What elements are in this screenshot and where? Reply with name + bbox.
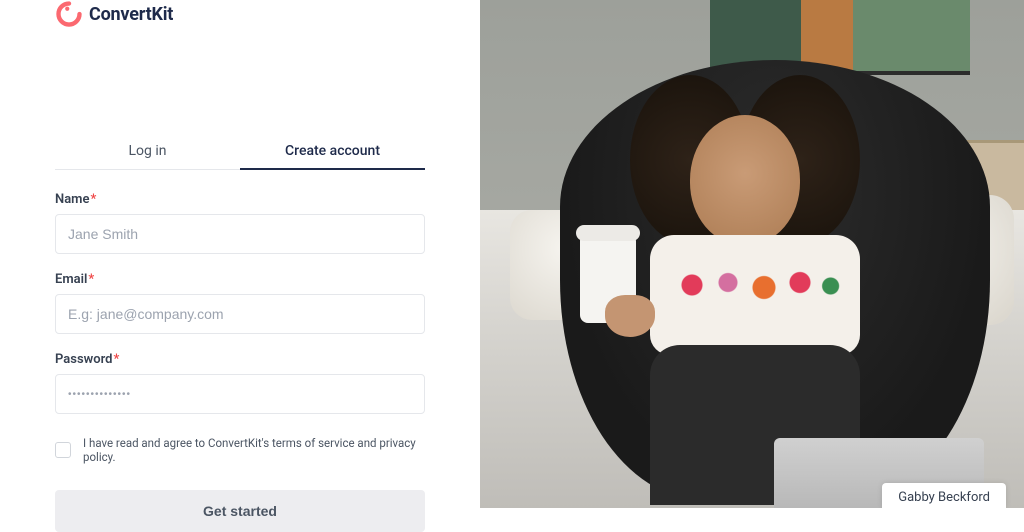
required-marker: * [88, 272, 94, 287]
name-label: Name* [55, 192, 425, 207]
brand-name: ConvertKit [89, 4, 173, 25]
password-field-group: Password* [55, 352, 425, 414]
signup-panel: ConvertKit Log in Create account Name* E… [0, 0, 480, 508]
required-marker: * [113, 352, 119, 367]
get-started-button[interactable]: Get started [55, 490, 425, 532]
password-input[interactable] [55, 374, 425, 414]
hero-illustration [480, 0, 1024, 508]
password-label: Password* [55, 352, 425, 367]
email-input[interactable] [55, 294, 425, 334]
tab-login-label: Log in [129, 143, 167, 159]
required-marker: * [90, 192, 96, 207]
email-field-group: Email* [55, 272, 425, 334]
terms-row: I have read and agree to ConvertKit's te… [55, 436, 425, 464]
hero-attribution: Gabby Beckford [882, 483, 1006, 508]
tab-create-account[interactable]: Create account [240, 133, 425, 169]
convertkit-logo-icon [55, 0, 83, 28]
name-input[interactable] [55, 214, 425, 254]
name-field-group: Name* [55, 192, 425, 254]
brand-logo: ConvertKit [55, 0, 425, 28]
tab-create-label: Create account [285, 143, 380, 159]
tab-login[interactable]: Log in [55, 133, 240, 169]
email-label: Email* [55, 272, 425, 287]
auth-tabs: Log in Create account [55, 133, 425, 170]
hero-panel: Gabby Beckford [480, 0, 1024, 508]
get-started-label: Get started [203, 503, 277, 519]
terms-checkbox[interactable] [55, 442, 71, 458]
terms-label: I have read and agree to ConvertKit's te… [83, 436, 425, 464]
signup-form: Name* Email* Password* I have read and a… [55, 192, 425, 532]
